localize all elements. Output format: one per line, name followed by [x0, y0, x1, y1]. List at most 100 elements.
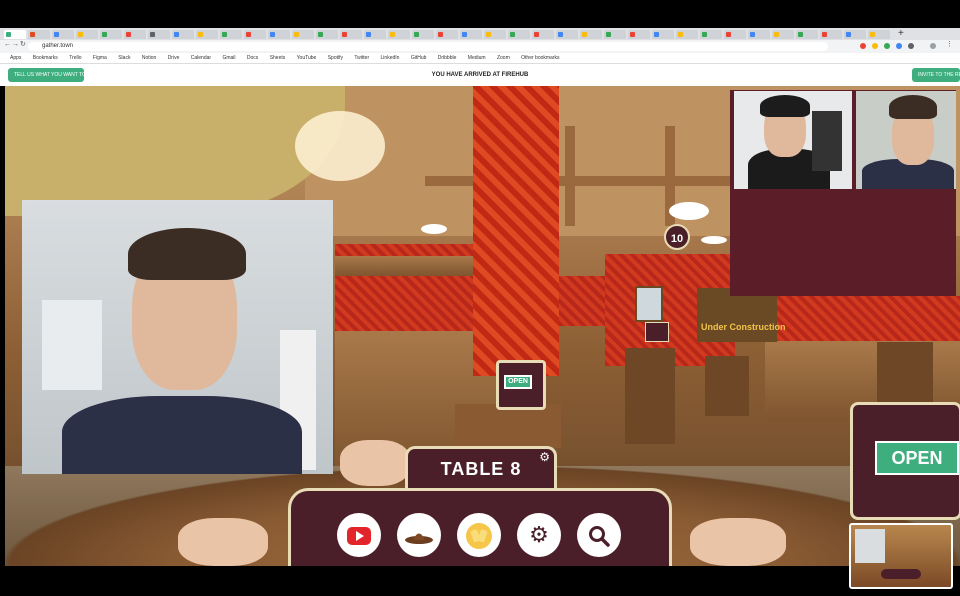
browser-tab[interactable] — [172, 30, 194, 39]
browser-tab[interactable] — [292, 30, 314, 39]
red-wallpaper — [559, 276, 609, 326]
bookmark-item[interactable]: Apps — [10, 53, 21, 63]
extension-icon[interactable] — [860, 43, 866, 49]
bookmark-item[interactable]: YouTube — [297, 53, 317, 63]
browser-tab[interactable] — [460, 30, 482, 39]
gear-icon[interactable]: ⚙ — [539, 450, 550, 464]
browser-tab[interactable] — [124, 30, 146, 39]
small-sign[interactable] — [645, 322, 669, 342]
bookmark-item[interactable]: Figma — [93, 53, 107, 63]
browser-tab[interactable] — [196, 30, 218, 39]
sombrero-button[interactable] — [397, 513, 441, 557]
construction-sign: Under Construction — [697, 288, 786, 342]
bar-stool — [625, 348, 675, 444]
browser-tab[interactable] — [652, 30, 674, 39]
bookmark-item[interactable]: Bookmarks — [33, 53, 58, 63]
open-label: OPEN — [504, 375, 532, 389]
browser-tab[interactable] — [700, 30, 722, 39]
browser-tab[interactable] — [868, 30, 890, 39]
extension-icon[interactable] — [908, 43, 914, 49]
browser-tab[interactable] — [532, 30, 554, 39]
reload-icon[interactable]: ↻ — [20, 41, 26, 48]
browser-tab[interactable] — [820, 30, 842, 39]
bookmark-item[interactable]: Slack — [118, 53, 130, 63]
bookmark-item[interactable]: Twitter — [354, 53, 369, 63]
table-title: TABLE 8 — [440, 459, 522, 479]
open-sign-small[interactable]: OPEN — [496, 360, 546, 410]
browser-tab[interactable] — [556, 30, 578, 39]
bookmark-item[interactable]: Spotify — [328, 53, 343, 63]
video-feed-main[interactable] — [22, 200, 333, 474]
browser-tab[interactable] — [28, 30, 50, 39]
browser-tab[interactable] — [268, 30, 290, 39]
browser-tab[interactable] — [748, 30, 770, 39]
browser-tab[interactable] — [604, 30, 626, 39]
arrival-title: YOU HAVE ARRIVED AT FIREHUB — [431, 72, 529, 78]
browser-tab[interactable] — [100, 30, 122, 39]
browser-tab[interactable] — [796, 30, 818, 39]
new-tab-button[interactable]: + — [898, 28, 904, 39]
bookmark-item[interactable]: Drive — [168, 53, 180, 63]
bookmark-item[interactable]: Other bookmarks — [521, 53, 559, 63]
browser-tab[interactable] — [628, 30, 650, 39]
forward-icon[interactable]: → — [12, 41, 19, 48]
youtube-button[interactable] — [337, 513, 381, 557]
headphones — [760, 95, 810, 117]
bookmark-item[interactable]: Gmail — [222, 53, 235, 63]
zoom-button[interactable] — [577, 513, 621, 557]
browser-tab[interactable] — [220, 30, 242, 39]
browser-tab[interactable] — [484, 30, 506, 39]
bookmark-item[interactable]: Docs — [247, 53, 258, 63]
browser-tab[interactable] — [844, 30, 866, 39]
extension-icon[interactable] — [872, 43, 878, 49]
browser-tab[interactable] — [508, 30, 530, 39]
chair-back — [455, 404, 561, 448]
cheers-button[interactable] — [457, 513, 501, 557]
bookmark-item[interactable]: Notion — [142, 53, 156, 63]
settings-button[interactable]: ⚙ — [517, 513, 561, 557]
bookmark-item[interactable]: Sheets — [270, 53, 286, 63]
browser-tab[interactable] — [4, 30, 26, 39]
table-title-panel: TABLE 8 ⚙ — [405, 446, 557, 490]
browser-tab[interactable] — [388, 30, 410, 39]
browser-tab[interactable] — [148, 30, 170, 39]
ceiling-light — [701, 236, 727, 244]
browser-tab[interactable] — [412, 30, 434, 39]
back-icon[interactable]: ← — [4, 41, 11, 48]
gear-icon: ⚙ — [529, 522, 549, 547]
promote-button[interactable]: TELL US WHAT YOU WANT TO PROMOTE — [8, 68, 113, 82]
video-feed-guest-2[interactable] — [856, 91, 956, 189]
browser-tab[interactable] — [724, 30, 746, 39]
browser-tab[interactable] — [772, 30, 794, 39]
bookmark-item[interactable]: Calendar — [191, 53, 211, 63]
address-bar[interactable]: gather.town — [28, 42, 828, 51]
browser-tab[interactable] — [244, 30, 266, 39]
bookmark-item[interactable]: Trello — [69, 53, 81, 63]
extension-icon[interactable] — [884, 43, 890, 49]
thumbnail-dock — [881, 569, 921, 579]
self-view-thumbnail[interactable] — [849, 523, 953, 589]
profile-avatar[interactable] — [930, 43, 936, 49]
bookmark-item[interactable]: GitHub — [411, 53, 427, 63]
bookmark-item[interactable]: Zoom — [497, 53, 510, 63]
extension-icon[interactable] — [896, 43, 902, 49]
menu-kebab-icon[interactable]: ⋮ — [946, 41, 953, 48]
window-background — [42, 300, 102, 390]
browser-tab[interactable] — [676, 30, 698, 39]
browser-tab[interactable] — [436, 30, 458, 39]
browser-tab[interactable] — [52, 30, 74, 39]
browser-tab[interactable] — [364, 30, 386, 39]
browser-tab[interactable] — [340, 30, 362, 39]
video-feed-guest-1[interactable] — [734, 91, 852, 189]
bookmark-item[interactable]: Medium — [468, 53, 486, 63]
bookmark-item[interactable]: LinkedIn — [381, 53, 400, 63]
bookmark-item[interactable]: Dribbble — [438, 53, 457, 63]
browser-tab[interactable] — [76, 30, 98, 39]
app-header: YOU HAVE ARRIVED AT FIREHUB TELL US WHAT… — [0, 64, 960, 86]
browser-tab[interactable] — [316, 30, 338, 39]
open-sign-large[interactable]: OPEN — [850, 402, 960, 520]
browser-tab[interactable] — [580, 30, 602, 39]
table-number-badge[interactable]: 10 — [664, 224, 690, 250]
sombrero-icon — [405, 533, 433, 545]
invite-button[interactable]: INVITE TO THE REAL — [912, 68, 960, 82]
